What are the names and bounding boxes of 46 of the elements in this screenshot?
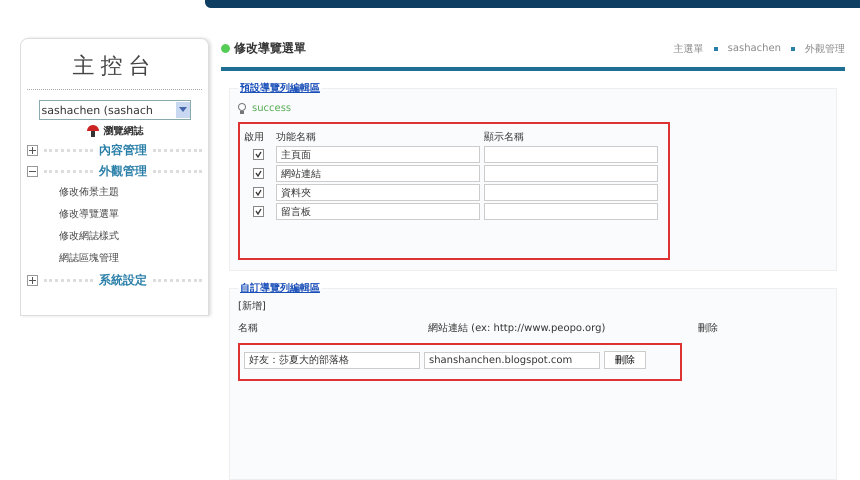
function-name-field[interactable]: 網站連結 (276, 165, 480, 182)
enable-checkbox[interactable] (253, 187, 264, 198)
submenu-item[interactable]: 修改網誌樣式 (59, 231, 119, 242)
function-name-field[interactable]: 資料夾 (276, 184, 480, 201)
column-header: 功能名稱 (276, 130, 317, 144)
submenu-item[interactable]: 網誌區塊管理 (59, 253, 119, 264)
menu-item[interactable]: 內容管理 (99, 142, 147, 159)
submenu-item[interactable]: 修改佈景主題 (59, 187, 119, 198)
enable-checkbox[interactable] (253, 149, 264, 160)
column-header: 網站連結 (ex: http://www.peopo.org) (428, 322, 606, 335)
breadcrumb-link[interactable]: 主選單 (674, 42, 704, 56)
caret-icon (176, 102, 190, 118)
link-name-field[interactable]: 好友：莎夏大的部落格 (244, 352, 420, 368)
view-blog-link[interactable]: 瀏覽網誌 (104, 124, 144, 138)
mushroom-icon (86, 124, 100, 138)
display-name-field[interactable] (484, 146, 658, 163)
status-dot-icon (221, 44, 230, 53)
success-message: success (252, 103, 292, 114)
section-legend: 自訂導覽列編輯區 (238, 281, 322, 295)
breadcrumb-link[interactable]: sashachen (728, 43, 781, 54)
menu-item[interactable]: 外觀管理 (99, 163, 147, 180)
enable-checkbox[interactable] (253, 168, 264, 179)
submenu-item[interactable]: 修改導覽選單 (59, 209, 119, 220)
column-header: 啟用 (244, 131, 265, 144)
section-legend: 預設導覽列編輯區 (238, 81, 322, 95)
enable-checkbox[interactable] (253, 206, 264, 217)
page-title: 修改導覽選單 (234, 40, 307, 57)
account-select[interactable]: sashachen (sashach (38, 100, 190, 120)
expand-icon[interactable] (27, 275, 38, 286)
sidebar-title: 主控台 (27, 47, 202, 90)
display-name-field[interactable] (484, 165, 658, 182)
column-header: 名稱 (238, 322, 259, 335)
collapse-icon[interactable] (27, 166, 38, 177)
breadcrumb-link[interactable]: 外觀管理 (805, 42, 845, 56)
display-name-field[interactable] (484, 184, 658, 201)
display-name-field[interactable] (484, 203, 658, 220)
link-url-field[interactable]: shanshanchen.blogspot.com (424, 352, 600, 368)
column-header: 刪除 (698, 322, 719, 335)
column-header: 顯示名稱 (484, 130, 525, 144)
add-link[interactable]: [新增] (238, 301, 266, 312)
menu-item[interactable]: 系統設定 (99, 272, 147, 289)
expand-icon[interactable] (27, 145, 38, 156)
delete-button[interactable]: 刪除 (604, 351, 646, 369)
function-name-field[interactable]: 主頁面 (276, 146, 480, 163)
lightbulb-icon (238, 103, 246, 114)
function-name-field[interactable]: 留言板 (276, 203, 480, 220)
